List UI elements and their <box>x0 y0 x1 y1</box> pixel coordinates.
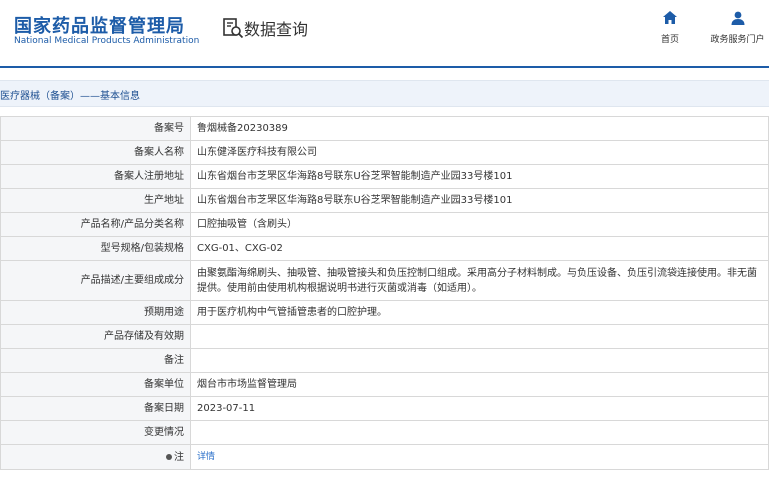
document-search-icon <box>223 18 244 39</box>
row-value: 山东健泽医疗科技有限公司 <box>190 140 769 165</box>
user-icon <box>731 11 744 25</box>
table-row: 备案号 鲁烟械备20230389 <box>0 116 769 141</box>
row-label: 产品名称/产品分类名称 <box>0 212 191 237</box>
row-value <box>190 348 769 373</box>
row-value: CXG-01、CXG-02 <box>190 236 769 261</box>
nav-home[interactable]: 首页 <box>654 10 686 46</box>
home-icon <box>663 11 677 24</box>
row-value: 2023-07-11 <box>190 396 769 421</box>
header-divider <box>0 66 769 68</box>
nav-gov-label: 政务服务门户 <box>710 35 765 45</box>
table-row: 产品存储及有效期 <box>0 324 769 349</box>
row-value: 口腔抽吸管（含刷头） <box>190 212 769 237</box>
row-value: 山东省烟台市芝罘区华海路8号联东U谷芝罘智能制造产业园33号楼101 <box>190 188 769 213</box>
bullet-icon <box>166 453 172 460</box>
table-row: 备案日期 2023-07-11 <box>0 396 769 421</box>
record-detail-table: 备案号 鲁烟械备20230389 备案人名称 山东健泽医疗科技有限公司 备案人注… <box>0 116 769 470</box>
nav-gov-portal[interactable]: 政务服务门户 <box>706 10 769 46</box>
row-label: 备案人名称 <box>0 140 191 165</box>
details-link[interactable]: 详情 <box>197 452 215 462</box>
row-value: 鲁烟械备20230389 <box>190 116 769 141</box>
row-label: 型号规格/包装规格 <box>0 236 191 261</box>
row-value: 烟台市市场监督管理局 <box>190 372 769 397</box>
note-row-value: 详情 <box>190 444 769 470</box>
row-label: 产品存储及有效期 <box>0 324 191 349</box>
row-label: 备案人注册地址 <box>0 164 191 189</box>
breadcrumb: 医疗器械（备案）——基本信息 <box>0 80 769 107</box>
row-value <box>190 420 769 445</box>
row-value: 山东省烟台市芝罘区华海路8号联东U谷芝罘智能制造产业园33号楼101 <box>190 164 769 189</box>
row-label: 备案号 <box>0 116 191 141</box>
row-value: 用于医疗机构中气管插管患者的口腔护理。 <box>190 300 769 325</box>
site-logo-subtitle: National Medical Products Administration <box>14 36 200 46</box>
table-row: 产品描述/主要组成成分 由聚氨酯海绵刷头、抽吸管、抽吸管接头和负压控制口组成。采… <box>0 260 769 301</box>
row-label: 备案单位 <box>0 372 191 397</box>
table-row: 型号规格/包装规格 CXG-01、CXG-02 <box>0 236 769 261</box>
row-label: 变更情况 <box>0 420 191 445</box>
breadcrumb-text: 医疗器械（备案）——基本信息 <box>0 91 140 102</box>
table-row: 生产地址 山东省烟台市芝罘区华海路8号联东U谷芝罘智能制造产业园33号楼101 <box>0 188 769 213</box>
note-label-text: 注 <box>174 451 184 463</box>
row-label: 备案日期 <box>0 396 191 421</box>
table-row: 预期用途 用于医疗机构中气管插管患者的口腔护理。 <box>0 300 769 325</box>
table-row: 备案人名称 山东健泽医疗科技有限公司 <box>0 140 769 165</box>
table-row: 备注 <box>0 348 769 373</box>
row-label: 产品描述/主要组成成分 <box>0 260 191 301</box>
table-row: 产品名称/产品分类名称 口腔抽吸管（含刷头） <box>0 212 769 237</box>
table-row: 备案人注册地址 山东省烟台市芝罘区华海路8号联东U谷芝罘智能制造产业园33号楼1… <box>0 164 769 189</box>
site-logo-title[interactable]: 国家药品监督管理局 <box>14 12 185 38</box>
site-header: 国家药品监督管理局 National Medical Products Admi… <box>0 0 769 66</box>
table-row-note: 注 详情 <box>0 444 769 470</box>
table-row: 备案单位 烟台市市场监督管理局 <box>0 372 769 397</box>
row-label: 生产地址 <box>0 188 191 213</box>
note-row-label: 注 <box>0 444 191 470</box>
row-value <box>190 324 769 349</box>
row-label: 预期用途 <box>0 300 191 325</box>
row-value: 由聚氨酯海绵刷头、抽吸管、抽吸管接头和负压控制口组成。采用高分子材料制成。与负压… <box>190 260 769 301</box>
page-section-title: 数据查询 <box>244 20 309 39</box>
row-label: 备注 <box>0 348 191 373</box>
table-row: 变更情况 <box>0 420 769 445</box>
nav-home-label: 首页 <box>660 35 679 45</box>
